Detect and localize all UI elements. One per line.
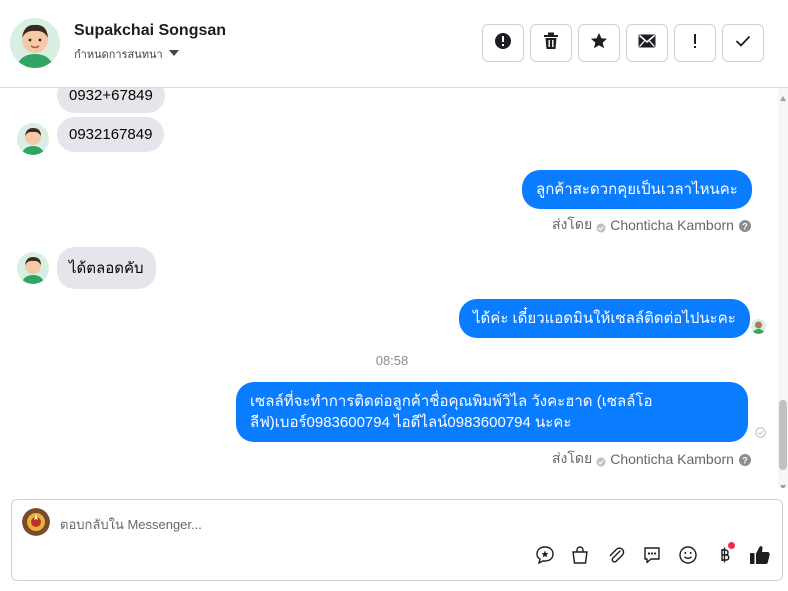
payment-button[interactable] <box>713 542 735 568</box>
incoming-message: 0932167849 <box>57 117 165 152</box>
star-button[interactable] <box>578 24 620 62</box>
like-button[interactable] <box>749 544 771 571</box>
outgoing-message: เซลล์ที่จะทำการติดต่อลูกค้าชื่อคุณพิมพ์ว… <box>236 382 748 442</box>
follow-up-button[interactable] <box>674 24 716 62</box>
thumbs-up-icon <box>749 544 771 571</box>
sent-by-info: ส่งโดย Chonticha Kamborn ? <box>552 448 751 470</box>
info-icon[interactable]: ? <box>738 219 751 232</box>
agent-name[interactable]: Chonticha Kamborn <box>610 451 734 467</box>
incoming-message: 0932+67849 <box>57 88 165 113</box>
contact-avatar[interactable] <box>10 18 60 68</box>
sent-status-icon <box>596 220 606 233</box>
page-avatar <box>22 508 50 536</box>
reply-input[interactable]: ตอบกลับใน Messenger... <box>60 514 202 535</box>
message-line: เซลล์ที่จะทำการติดต่อลูกค้าชื่อคุณพิมพ์ว… <box>250 393 653 410</box>
message-line: ลีฟ)เบอร์0983600794 ไอดีไลน์0983600794 น… <box>250 414 572 431</box>
scrollbar[interactable] <box>778 88 788 488</box>
envelope-icon <box>638 34 656 53</box>
mark-done-button[interactable] <box>722 24 764 62</box>
delete-button[interactable] <box>530 24 572 62</box>
notification-dot <box>728 542 735 549</box>
conversation-status-label: กำหนดการสนทนา <box>74 49 163 61</box>
message-thread[interactable]: 0932+67849 0932167849 ลูกค้าสะดวกคุยเป็น… <box>0 88 788 488</box>
conversation-header: Supakchai Songsan กำหนดการสนทนา <box>0 0 788 88</box>
caret-down-icon <box>168 49 179 60</box>
outgoing-message: ได้ค่ะ เดี๋ยวแอดมินให้เซลล์ติดต่อไปนะคะ <box>459 299 750 338</box>
check-icon <box>735 34 751 52</box>
conversation-status-dropdown[interactable]: กำหนดการสนทนา <box>74 45 179 63</box>
scrollbar-thumb[interactable] <box>779 400 787 470</box>
contact-avatar-small <box>17 252 49 284</box>
exclamation-icon <box>692 32 698 55</box>
scroll-down-arrow-icon[interactable] <box>779 478 787 488</box>
incoming-message: ได้ตลอดคับ <box>57 247 156 289</box>
sent-status-icon <box>596 454 606 467</box>
star-icon <box>590 32 608 55</box>
mark-spam-button[interactable] <box>482 24 524 62</box>
shopping-bag-icon <box>570 545 590 570</box>
emoji-button[interactable] <box>677 545 699 570</box>
reply-composer[interactable]: ตอบกลับใน Messenger... <box>11 499 783 581</box>
contact-avatar-small <box>17 123 49 155</box>
alert-circle-icon <box>494 32 512 55</box>
scroll-up-arrow-icon[interactable] <box>779 90 787 101</box>
delivered-icon <box>755 425 766 438</box>
outgoing-message: ลูกค้าสะดวกคุยเป็นเวลาไหนคะ <box>522 170 752 209</box>
mark-unread-button[interactable] <box>626 24 668 62</box>
message-timestamp: 08:58 <box>375 353 409 368</box>
agent-name[interactable]: Chonticha Kamborn <box>610 217 734 233</box>
chat-bubble-dots-icon <box>642 545 662 570</box>
quick-reply-button[interactable] <box>641 546 663 568</box>
saved-reply-button[interactable] <box>534 545 556 570</box>
sent-by-label: ส่งโดย <box>552 216 593 232</box>
sent-by-label: ส่งโดย <box>552 450 593 466</box>
svg-text:?: ? <box>742 456 748 466</box>
attach-file-button[interactable] <box>605 546 627 568</box>
sent-by-info: ส่งโดย Chonticha Kamborn ? <box>552 214 751 236</box>
smiley-icon <box>678 545 698 570</box>
chat-bubble-star-icon <box>535 545 555 570</box>
seen-avatar <box>751 319 766 334</box>
contact-name: Supakchai Songsan <box>74 22 227 39</box>
paperclip-icon <box>606 545 626 570</box>
shop-button[interactable] <box>569 545 591 570</box>
svg-text:?: ? <box>742 222 748 232</box>
trash-icon <box>543 32 559 55</box>
info-icon[interactable]: ? <box>738 453 751 466</box>
